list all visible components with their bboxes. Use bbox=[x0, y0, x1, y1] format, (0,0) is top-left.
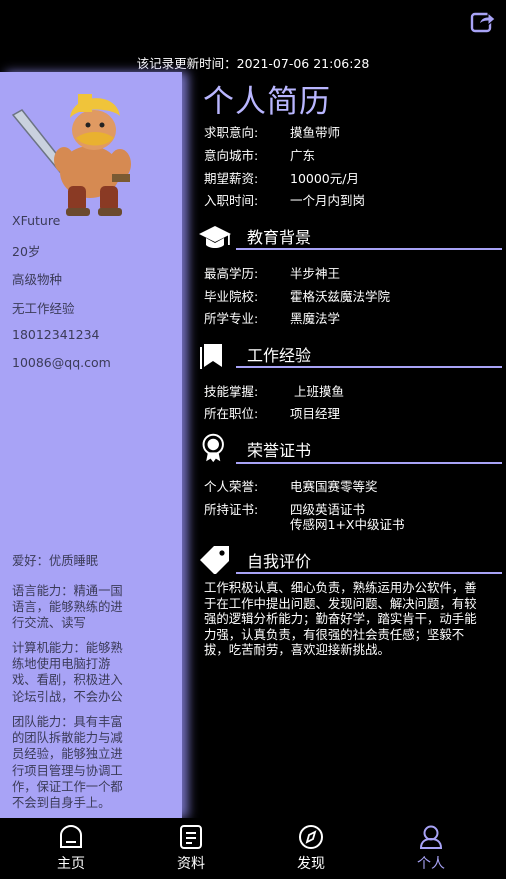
work-divider bbox=[236, 366, 502, 368]
nav-home-label: 主页 bbox=[57, 856, 85, 872]
person-icon bbox=[419, 825, 443, 849]
resume-title: 个人简历 bbox=[203, 84, 331, 120]
honors-section-title: 荣誉证书 bbox=[247, 441, 312, 460]
profile-email: 10086@qq.com bbox=[12, 355, 111, 370]
intent-row-salary: 期望薪资: 10000元/月 bbox=[204, 171, 359, 186]
education-divider bbox=[236, 248, 502, 250]
education-row-major: 所学专业: 黑魔法学 bbox=[204, 311, 341, 326]
bottom-nav: 主页 资料 发现 个人 bbox=[0, 818, 506, 879]
nav-home[interactable]: 主页 bbox=[31, 824, 111, 873]
avatar bbox=[11, 94, 131, 216]
intent-row-job: 求职意向: 摸鱼带师 bbox=[204, 125, 341, 140]
intent-row-start: 入职时间: 一个月内到岗 bbox=[204, 193, 366, 208]
update-time-text: 该记录更新时间：2021-07-06 21:06:28 bbox=[136, 56, 370, 71]
profile-class: 高级物种 bbox=[12, 272, 63, 287]
nav-discover[interactable]: 发现 bbox=[271, 824, 351, 873]
profile-experience: 无工作经验 bbox=[12, 301, 75, 316]
self-eval-text: 工作积极认真、细心负责，熟练运用办公软件，善于在工作中提出问题、发现问题、解决问… bbox=[204, 580, 477, 657]
education-section-title: 教育背景 bbox=[247, 228, 312, 247]
team-ability-text: 团队能力：具有丰富的团队拆散能力与减员经验，能够独立进行项目管理与协调工作，保证… bbox=[12, 715, 123, 811]
hobby-text: 爱好：优质睡眠 bbox=[12, 554, 99, 568]
education-row-school: 毕业院校: 霍格沃兹魔法学院 bbox=[204, 289, 391, 304]
bookmark-icon bbox=[200, 344, 222, 369]
nav-profile-data[interactable]: 资料 bbox=[151, 824, 231, 873]
self-eval-section-title: 自我评价 bbox=[247, 552, 312, 571]
compass-icon bbox=[299, 825, 323, 849]
self-eval-divider bbox=[236, 572, 502, 574]
profile-name: XFuture bbox=[12, 213, 61, 228]
document-icon bbox=[180, 825, 202, 849]
profile-phone: 18012341234 bbox=[12, 327, 100, 342]
nav-data-label: 资料 bbox=[177, 856, 205, 872]
nav-me[interactable]: 个人 bbox=[391, 824, 471, 873]
profile-sidebar: XFuture 20岁 高级物种 无工作经验 18012341234 10086… bbox=[0, 72, 182, 818]
computer-ability-text: 计算机能力：能够熟练地使用电脑打游戏、看剧，积极进入论坛引战，不会办公 bbox=[12, 641, 123, 704]
work-row-skill: 技能掌握: 上班摸鱼 bbox=[204, 384, 344, 399]
graduation-cap-icon bbox=[199, 226, 231, 248]
language-ability-text: 语言能力：精通一国语言，能够熟练的进行交流、读写 bbox=[12, 584, 123, 631]
home-icon bbox=[60, 824, 82, 848]
honors-row-award: 个人荣誉: 电赛国赛零等奖 bbox=[204, 479, 378, 494]
nav-discover-label: 发现 bbox=[297, 856, 325, 872]
honors-divider bbox=[236, 462, 502, 464]
share-icon[interactable] bbox=[470, 8, 496, 34]
tag-icon bbox=[200, 546, 229, 574]
profile-age: 20岁 bbox=[12, 244, 41, 259]
nav-me-label: 个人 bbox=[417, 856, 445, 872]
medal-icon bbox=[202, 433, 224, 463]
intent-row-city: 意向城市: 广东 bbox=[204, 148, 316, 163]
work-section-title: 工作经验 bbox=[247, 346, 312, 365]
work-row-position: 所在职位: 项目经理 bbox=[204, 406, 341, 421]
honors-row-certificates-2: 传感网1+X中级证书 bbox=[290, 517, 405, 532]
education-row-degree: 最高学历: 半步神王 bbox=[204, 266, 341, 281]
